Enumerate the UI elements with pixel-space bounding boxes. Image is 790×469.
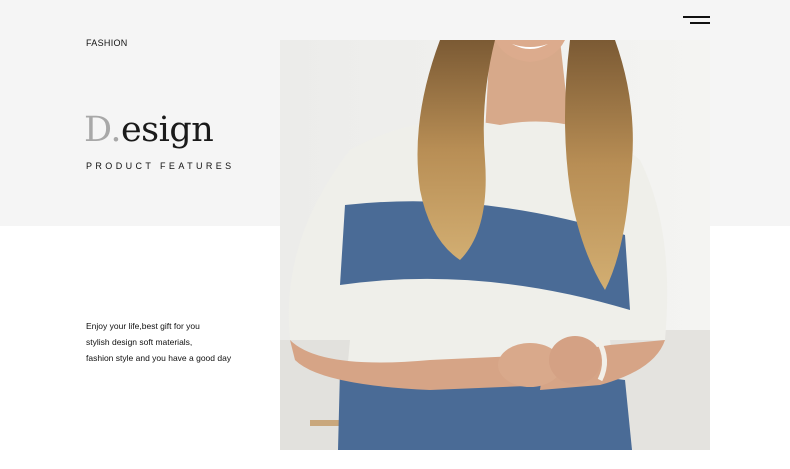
menu-line-top (683, 16, 710, 18)
title-initial: D (84, 110, 111, 150)
title-rest: esign (120, 110, 214, 150)
description-line: Enjoy your life,best gift for you (86, 321, 200, 331)
title-dot: . (110, 110, 121, 150)
page-title: D.esign (84, 106, 214, 154)
category-label: FASHION (86, 38, 128, 48)
product-photo (280, 40, 710, 450)
model-wearing-sweater-image (280, 40, 710, 450)
description-line: fashion style and you have a good day (86, 353, 232, 363)
page-subtitle: PRODUCT FEATURES (86, 161, 235, 171)
description-line: stylish design soft materials, (86, 337, 193, 347)
hamburger-menu-icon[interactable] (683, 14, 710, 28)
menu-line-bottom (690, 22, 710, 24)
description-text: Enjoy your life,best gift for you stylis… (86, 318, 276, 366)
